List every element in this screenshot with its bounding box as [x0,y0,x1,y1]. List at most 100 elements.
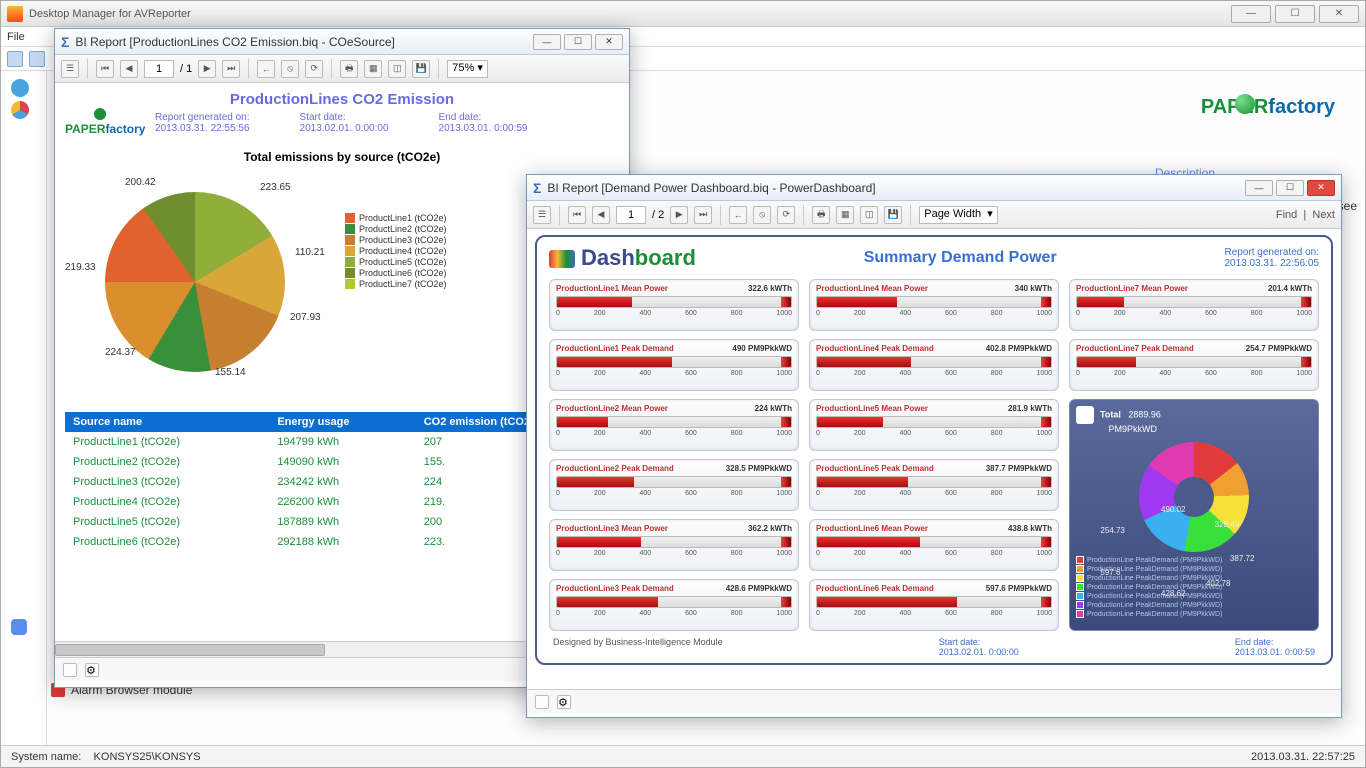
toolbar-icon[interactable] [7,51,23,67]
gear-icon[interactable]: ⚙ [85,663,99,677]
refresh-button[interactable]: ⟳ [777,206,795,224]
gauge: ProductionLine3 Mean Power362.2 kWTh0200… [549,519,799,571]
gen-value: 2013.03.31. 22:55:56 [155,123,250,134]
report1-report-title: ProductionLines CO2 Emission [65,91,619,108]
minimize-button[interactable]: — [533,34,561,50]
gauge: ProductionLine5 Mean Power281.9 kWTh0200… [809,399,1059,451]
dashboard-title: Summary Demand Power [864,249,1057,267]
chart-title: Total emissions by source (tCO2e) [65,150,619,164]
gauge: ProductionLine5 Peak Demand387.7 PM9PkkW… [809,459,1059,511]
save-button[interactable]: 💾 [884,206,902,224]
tree-link-icon[interactable] [11,619,27,635]
gauge: ProductionLine2 Mean Power224 kWTh020040… [549,399,799,451]
zoom-select[interactable]: 75% ▾ [447,60,488,78]
paperfactory-logo-small: PAPERfactory [65,108,135,136]
close-button[interactable]: ✕ [1319,5,1359,23]
report1-toolbar: ☰ ⏮ ◀ / 1 ▶ ⏭ ← ⦸ ⟳ 🖶 ▦ ◫ 💾 75% ▾ [55,55,629,83]
gauge: ProductionLine3 Peak Demand428.6 PM9PkkW… [549,579,799,631]
zoom-select[interactable]: Page Width ▾ [919,206,998,224]
gauge: ProductionLine1 Peak Demand490 PM9PkkWD0… [549,339,799,391]
print-button[interactable]: 🖶 [340,60,358,78]
th-source: Source name [65,412,269,432]
th-energy: Energy usage [269,412,415,432]
report2-body: Dashboard Summary Demand Power Report ge… [527,229,1341,689]
first-page-button[interactable]: ⏮ [96,60,114,78]
sidebar-toggle-icon[interactable]: ☰ [61,60,79,78]
back-button[interactable]: ← [729,206,747,224]
menu-file[interactable]: File [7,31,25,43]
close-button[interactable]: ✕ [595,34,623,50]
designed-by: Designed by Business-Intelligence Module [553,637,723,657]
report2-toolbar: ☰ ⏮ ◀ / 2 ▶ ⏭ ← ⦸ ⟳ 🖶 ▦ ◫ 💾 Page Width ▾… [527,201,1341,229]
stop-button[interactable]: ⦸ [281,60,299,78]
gauge: ProductionLine4 Mean Power340 kWTh020040… [809,279,1059,331]
page-total: / 2 [652,209,664,221]
page-input[interactable] [144,60,174,78]
gauge: ProductionLine4 Peak Demand402.8 PM9PkkW… [809,339,1059,391]
total-panel: Total 2889.96 PM9PkkWD387.72402.78428.62… [1069,399,1319,631]
start-value: 2013.02.01. 0:00:00 [300,123,389,134]
info-icon[interactable] [63,663,77,677]
maximize-button[interactable]: ☐ [564,34,592,50]
next-page-button[interactable]: ▶ [198,60,216,78]
gauges-grid: ProductionLine1 Mean Power322.6 kWTh0200… [549,279,1319,631]
stop-button[interactable]: ⦸ [753,206,771,224]
app-icon [7,6,23,22]
page-input[interactable] [616,206,646,224]
tree-node-icon[interactable] [11,101,29,119]
dashboard-gen: Report generated on:2013.03.31. 22:56:05 [1224,247,1319,269]
report2-titlebar[interactable]: Σ BI Report [Demand Power Dashboard.biq … [527,175,1341,201]
layout-button[interactable]: ▦ [364,60,382,78]
status-sys-label: System name: [11,751,81,763]
refresh-button[interactable]: ⟳ [305,60,323,78]
gauge: ProductionLine6 Peak Demand597.6 PM9PkkW… [809,579,1059,631]
app-title: Desktop Manager for AVReporter [29,8,191,20]
gauge: ProductionLine2 Peak Demand328.5 PM9PkkW… [549,459,799,511]
sidebar-tree[interactable] [1,71,47,745]
next-page-button[interactable]: ▶ [670,206,688,224]
report2-bottombar: ⚙ [527,689,1341,713]
close-button[interactable]: ✕ [1307,180,1335,196]
report-window-dashboard: Σ BI Report [Demand Power Dashboard.biq … [526,174,1342,718]
layout-button[interactable]: ▦ [836,206,854,224]
find-link[interactable]: Find [1276,209,1297,221]
maximize-button[interactable]: ☐ [1275,5,1315,23]
print-button[interactable]: 🖶 [812,206,830,224]
tree-node-icon[interactable] [11,79,29,97]
info-icon[interactable] [535,695,549,709]
sidebar-toggle-icon[interactable]: ☰ [533,206,551,224]
dashboard-logo: Dashboard [549,245,696,271]
minimize-button[interactable]: — [1245,180,1273,196]
statusbar: System name: KONSYS25\KONSYS 2013.03.31.… [1,745,1365,767]
page-total: / 1 [180,63,192,75]
save-button[interactable]: 💾 [412,60,430,78]
next-link[interactable]: Next [1312,209,1335,221]
toolbar-icon[interactable] [29,51,45,67]
end-label: End date: [439,112,528,123]
maximize-button[interactable]: ☐ [1276,180,1304,196]
status-sys-value: KONSYS25\KONSYS [94,751,201,763]
first-page-button[interactable]: ⏮ [568,206,586,224]
gauge: ProductionLine7 Mean Power201.4 kWTh0200… [1069,279,1319,331]
report1-titlebar[interactable]: Σ BI Report [ProductionLines CO2 Emissio… [55,29,629,55]
prev-page-button[interactable]: ◀ [120,60,138,78]
gear-icon[interactable]: ⚙ [557,695,571,709]
minimize-button[interactable]: — [1231,5,1271,23]
start-label: Start date: [300,112,389,123]
last-page-button[interactable]: ⏭ [694,206,712,224]
end-value: 2013.03.01. 0:00:59 [439,123,528,134]
report2-title: BI Report [Demand Power Dashboard.biq - … [547,181,875,195]
back-button[interactable]: ← [257,60,275,78]
main-titlebar[interactable]: Desktop Manager for AVReporter — ☐ ✕ [1,1,1365,27]
page-setup-button[interactable]: ◫ [860,206,878,224]
sigma-icon: Σ [533,180,541,196]
report1-title: BI Report [ProductionLines CO2 Emission.… [75,35,394,49]
page-setup-button[interactable]: ◫ [388,60,406,78]
sigma-icon: Σ [61,34,69,50]
prev-page-button[interactable]: ◀ [592,206,610,224]
dashboard-page: Dashboard Summary Demand Power Report ge… [535,235,1333,665]
last-page-button[interactable]: ⏭ [222,60,240,78]
pie-legend: ProductLine1 (tCO2e)ProductLine2 (tCO2e)… [345,212,447,392]
dashboard-footer: Designed by Business-Intelligence Module… [549,637,1319,657]
gauge: ProductionLine6 Mean Power438.8 kWTh0200… [809,519,1059,571]
